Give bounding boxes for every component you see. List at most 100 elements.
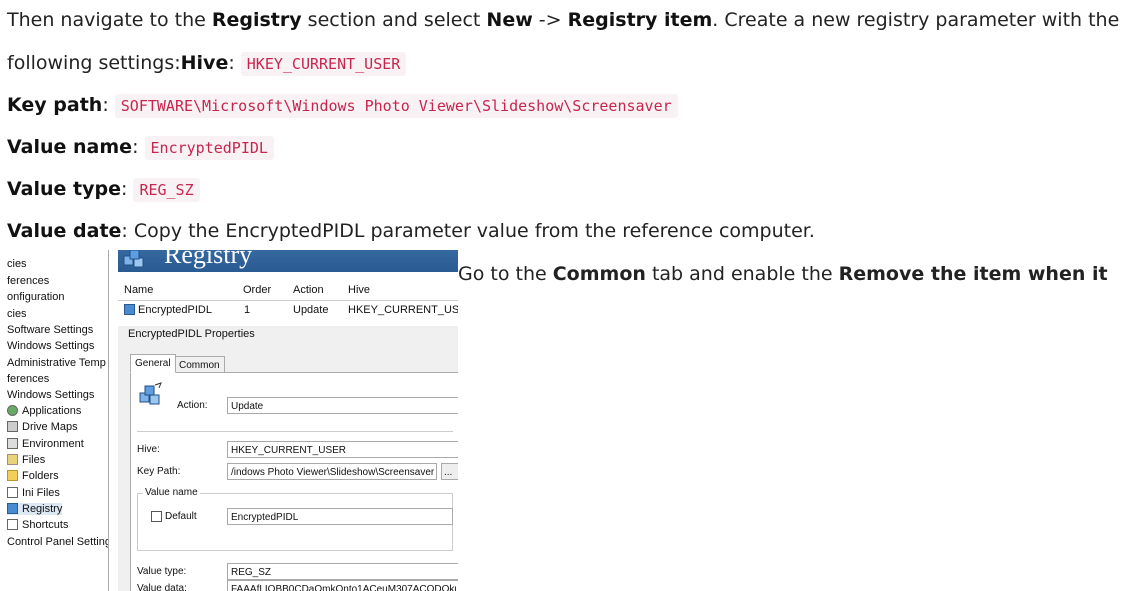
tree-item[interactable]: Administrative Temp — [7, 357, 106, 369]
tree-label: Environment — [22, 438, 84, 450]
gpo-tree: cies ferences onfiguration cies Software… — [0, 250, 109, 591]
code-valuetype: REG_SZ — [133, 178, 200, 202]
bold-valuetype: Value type — [7, 178, 121, 200]
tree-label: Applications — [22, 405, 82, 417]
files-icon — [7, 454, 18, 465]
tree-item[interactable]: cies — [7, 258, 27, 270]
tree-label: Files — [22, 454, 46, 466]
tree-item-registry[interactable]: Registry — [7, 503, 63, 515]
bold-common: Common — [552, 263, 646, 285]
tab-general[interactable]: General — [130, 354, 176, 373]
row-order: 1 — [244, 304, 251, 316]
applications-icon — [7, 405, 18, 416]
col-action[interactable]: Action — [293, 284, 324, 296]
tree-item-environment[interactable]: Environment — [7, 438, 84, 450]
text: -> — [532, 9, 568, 31]
divider — [137, 431, 453, 432]
paragraph-keypath: Key path: SOFTWARE\Microsoft\Windows Pho… — [7, 93, 678, 118]
keypath-field[interactable]: /indows Photo Viewer\Slideshow\Screensav… — [227, 463, 437, 480]
code-valuename: EncryptedPIDL — [144, 136, 274, 160]
col-name[interactable]: Name — [124, 284, 153, 296]
code-keypath: SOFTWARE\Microsoft\Windows Photo Viewer\… — [114, 94, 678, 118]
valuetype-select[interactable]: REG_SZ — [227, 563, 458, 580]
paragraph-valuename: Value name: EncryptedPIDL — [7, 135, 274, 160]
table-row[interactable]: EncryptedPIDL 1 Update HKEY_CURRENT_USER — [118, 301, 458, 320]
item-list: Name Order Action Hive EncryptedPIDL 1 U… — [118, 280, 458, 327]
tree-label: Registry — [22, 503, 63, 515]
bold-hive: Hive — [180, 52, 229, 74]
registry-cubes-icon — [123, 250, 144, 268]
text: : Copy the EncryptedPIDL parameter value… — [121, 220, 815, 242]
tree-item-applications[interactable]: Applications — [7, 405, 81, 417]
registry-item-icon — [124, 304, 135, 315]
environment-icon — [7, 438, 18, 449]
paragraph-intro: Then navigate to the Registry section an… — [7, 8, 1119, 32]
tree-label: Shortcuts — [22, 519, 69, 531]
tree-item-folders[interactable]: Folders — [7, 470, 59, 482]
text: following settings: — [7, 52, 181, 74]
text: Go to the — [458, 263, 553, 285]
bold-registry-item: Registry item — [567, 9, 713, 31]
bold-new: New — [486, 9, 533, 31]
drive-icon — [7, 421, 18, 432]
text: : — [132, 136, 145, 158]
valuetype-label: Value type: — [137, 566, 187, 577]
tree-label: Folders — [22, 470, 59, 482]
browse-button[interactable]: ... — [441, 463, 458, 480]
tree-item-ini-files[interactable]: Ini Files — [7, 487, 60, 499]
valuedata-label: Value data: — [137, 583, 187, 591]
valuename-field[interactable]: EncryptedPIDL — [227, 508, 453, 525]
keypath-label: Key Path: — [137, 466, 181, 477]
paragraph-valuedate: Value date: Copy the EncryptedPIDL param… — [7, 219, 815, 243]
folder-icon — [7, 470, 18, 481]
embedded-screenshot: cies ferences onfiguration cies Software… — [0, 250, 458, 591]
tree-label: Drive Maps — [22, 421, 78, 433]
tree-label: Ini Files — [22, 487, 60, 499]
code-hive: HKEY_CURRENT_USER — [240, 52, 407, 76]
text: : — [120, 178, 134, 200]
col-hive[interactable]: Hive — [348, 284, 370, 296]
registry-pane: Registry Name Order Action Hive Encrypte… — [118, 250, 458, 591]
tree-item[interactable]: ferences — [7, 373, 49, 385]
bold-registry: Registry — [211, 9, 302, 31]
hive-select[interactable]: HKEY_CURRENT_USER — [227, 441, 458, 458]
valuedata-field[interactable]: FAAAfLIOBB0CDaOmkOnto1ACeuM307ACODOkuAAA… — [227, 580, 458, 591]
registry-title: Registry — [164, 250, 253, 269]
text: : — [228, 52, 241, 74]
bold-remove-item: Remove the item when it — [838, 263, 1108, 285]
ini-file-icon — [7, 487, 18, 498]
shortcut-icon — [7, 519, 18, 530]
text: Then navigate to the — [7, 9, 212, 31]
action-select[interactable]: Update — [227, 397, 458, 414]
text: tab and enable the — [645, 263, 839, 285]
paragraph-valuetype: Value type: REG_SZ — [7, 177, 200, 202]
tree-item[interactable]: cies — [7, 308, 27, 320]
row-name: EncryptedPIDL — [138, 304, 212, 316]
row-action: Update — [293, 304, 329, 316]
registry-item-large-icon — [139, 382, 162, 405]
tree-item[interactable]: Software Settings — [7, 324, 93, 336]
text: . Create a new registry parameter with t… — [712, 9, 1120, 31]
action-label: Action: — [177, 400, 208, 411]
default-label: Default — [165, 511, 197, 522]
hive-label: Hive: — [137, 444, 160, 455]
bold-valuedate: Value date — [7, 220, 122, 242]
tree-item[interactable]: Control Panel Setting — [7, 536, 108, 548]
tree-item[interactable]: Windows Settings — [7, 340, 94, 352]
text: : — [102, 94, 115, 116]
value-name-group-label: Value name — [143, 487, 200, 498]
properties-title: EncryptedPIDL Properties — [128, 328, 255, 340]
bold-valuename: Value name — [7, 136, 133, 158]
tree-item-files[interactable]: Files — [7, 454, 45, 466]
general-tab-pane: Action: Update Hive: HKEY_CURRENT_USER K… — [130, 372, 458, 591]
row-hive: HKEY_CURRENT_USER — [348, 304, 458, 316]
col-order[interactable]: Order — [243, 284, 271, 296]
default-checkbox[interactable] — [151, 511, 162, 522]
paragraph-hive: following settings:Hive: HKEY_CURRENT_US… — [7, 51, 407, 76]
tree-item-drive-maps[interactable]: Drive Maps — [7, 421, 78, 433]
tree-item[interactable]: onfiguration — [7, 291, 65, 303]
text: section and select — [301, 9, 487, 31]
tree-item[interactable]: ferences — [7, 275, 49, 287]
tree-item[interactable]: Windows Settings — [7, 389, 94, 401]
tree-item-shortcuts[interactable]: Shortcuts — [7, 519, 68, 531]
